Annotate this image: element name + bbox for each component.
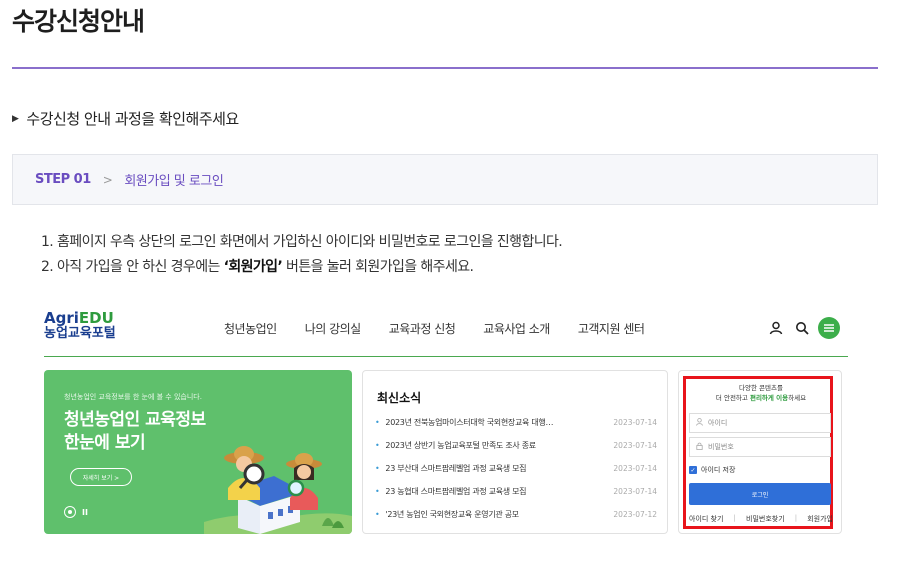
- checkbox-checked-icon: ✓: [689, 466, 697, 474]
- page-title: 수강신청안내: [12, 7, 145, 36]
- news-panel: 최신소식 2023년 전북농업마이스터대학 국외현장교육 대행… 2023-07-…: [362, 370, 668, 534]
- login-message-line-2-post: 하세요: [788, 394, 807, 402]
- banner-more-button[interactable]: 자세히 보기 >: [70, 468, 132, 486]
- login-message-line-2-green: 편리하게 이용: [749, 394, 789, 402]
- signup-emphasis: ‘회원가입’: [223, 259, 283, 275]
- logo-agri: Agri: [44, 309, 79, 327]
- step-number: STEP 01: [35, 172, 91, 187]
- news-item-date: 2023-07-12: [613, 510, 657, 519]
- news-title: 최신소식: [377, 391, 422, 405]
- instructions: 1. 홈페이지 우측 상단의 로그인 화면에서 가입하신 아이디와 비밀번호로 …: [41, 230, 563, 280]
- link-divider: |: [733, 514, 736, 522]
- news-item-title: 2023년 상반기 농업교육포털 만족도 조사 종료: [375, 440, 535, 451]
- portal-screenshot: AgriEDU 농업교육포털 청년농업인 나의 강의실 교육과정 신청 교육사업…: [36, 298, 848, 544]
- news-item[interactable]: 2023년 상반기 농업교육포털 만족도 조사 종료 2023-07-14: [375, 434, 657, 457]
- search-icon[interactable]: [790, 316, 814, 340]
- banner-title-line-1: 청년농업인 교육정보: [64, 410, 206, 430]
- logo-subtitle: 농업교육포털: [44, 326, 116, 341]
- instruction-line-2: 2. 아직 가입을 안 하신 경우에는 ‘회원가입’ 버튼을 눌러 회원가입을 …: [41, 255, 562, 280]
- login-links: 아이디 찾기 | 비밀번호찾기 | 회원가입: [689, 514, 833, 524]
- nav-item-my-classroom[interactable]: 나의 강의실: [305, 320, 362, 337]
- pause-icon[interactable]: II: [82, 508, 88, 517]
- link-divider: |: [794, 514, 798, 522]
- promo-banner: 청년농업인 교육정보를 한 눈에 볼 수 있습니다. 청년농업인 교육정보 한눈…: [44, 370, 352, 534]
- id-placeholder: 아이디: [708, 419, 728, 427]
- lock-icon: [696, 442, 703, 452]
- save-id-checkbox[interactable]: ✓ 아이디 저장: [689, 465, 735, 475]
- instruction-line-2-pre: 2. 아직 가입을 안 하신 경우에는: [41, 259, 224, 275]
- news-item-title: '23년 농업인 국외현장교육 운영기관 공모: [375, 509, 518, 520]
- login-message-line-1: 다양한 콘텐츠를: [739, 384, 783, 392]
- find-id-link[interactable]: 아이디 찾기: [689, 514, 723, 524]
- news-list: 2023년 전북농업마이스터대학 국외현장교육 대행… 2023-07-14 20…: [375, 411, 657, 526]
- nav-item-course-apply[interactable]: 교육과정 신청: [389, 320, 456, 337]
- news-item-date: 2023-07-14: [613, 418, 657, 427]
- login-message-line-2-pre: 더 안전하고: [715, 394, 750, 402]
- farmers-illustration-icon: [204, 446, 352, 534]
- instruction-line-2-post: 버튼을 눌러 회원가입을 해주세요.: [282, 259, 474, 275]
- banner-title: 청년농업인 교육정보 한눈에 보기: [64, 409, 206, 455]
- news-item[interactable]: '23년 농업인 국외현장교육 운영기관 공모 2023-07-12: [375, 503, 657, 526]
- banner-controls: II: [64, 506, 88, 518]
- password-placeholder: 비밀번호: [708, 443, 734, 451]
- news-item-date: 2023-07-14: [613, 487, 657, 496]
- chevron-right-icon: >: [102, 172, 113, 187]
- step-bar: STEP 01 > 회원가입 및 로그인: [12, 154, 878, 205]
- news-item[interactable]: 23 농협대 스마트팜레벨업 과정 교육생 모집 2023-07-14: [375, 480, 657, 503]
- login-button[interactable]: 로그인: [689, 483, 831, 505]
- news-item-title: 23 농협대 스마트팜레벨업 과정 교육생 모집: [375, 486, 526, 497]
- triangle-bullet-icon: ▶: [12, 113, 19, 124]
- nav-item-support-center[interactable]: 고객지원 센터: [578, 320, 645, 337]
- signup-link[interactable]: 회원가입: [807, 514, 833, 524]
- news-item-date: 2023-07-14: [613, 464, 657, 473]
- id-input[interactable]: 아이디: [689, 413, 831, 433]
- nav-item-program-intro[interactable]: 교육사업 소개: [483, 320, 550, 337]
- menu-icon[interactable]: [818, 317, 840, 339]
- banner-title-line-2: 한눈에 보기: [64, 433, 146, 453]
- portal-logo[interactable]: AgriEDU 농업교육포털: [44, 310, 116, 342]
- logo-edu: EDU: [78, 309, 114, 327]
- login-message: 다양한 콘텐츠를 더 안전하고 편리하게 이용하세요: [679, 383, 843, 403]
- login-panel: 다양한 콘텐츠를 더 안전하고 편리하게 이용하세요 아이디 비밀번호 ✓ 아이…: [678, 370, 842, 534]
- password-input[interactable]: 비밀번호: [689, 437, 831, 457]
- nav-item-young-farmer[interactable]: 청년농업인: [224, 320, 277, 337]
- header-icons: [762, 316, 840, 340]
- user-icon[interactable]: [764, 316, 788, 340]
- instruction-line-1: 1. 홈페이지 우측 상단의 로그인 화면에서 가입하신 아이디와 비밀번호로 …: [41, 234, 563, 250]
- news-item-title: 2023년 전북농업마이스터대학 국외현장교육 대행…: [375, 417, 553, 428]
- news-item[interactable]: 2023년 전북농업마이스터대학 국외현장교육 대행… 2023-07-14: [375, 411, 657, 434]
- title-divider: [12, 67, 878, 69]
- news-item[interactable]: 23 부산대 스마트팜레벨업 과정 교육생 모집 2023-07-14: [375, 457, 657, 480]
- find-password-link[interactable]: 비밀번호찾기: [746, 514, 785, 524]
- section-heading-text: 수강신청 안내 과정을 확인해주세요: [26, 110, 239, 128]
- save-id-label: 아이디 저장: [701, 466, 736, 474]
- step-label: 회원가입 및 로그인: [124, 174, 224, 189]
- login-message-line-2: 더 안전하고 편리하게 이용하세요: [679, 393, 843, 403]
- user-outline-icon: [696, 418, 703, 428]
- news-item-title: 23 부산대 스마트팜레벨업 과정 교육생 모집: [375, 463, 526, 474]
- news-item-date: 2023-07-14: [613, 441, 657, 450]
- banner-subtitle: 청년농업인 교육정보를 한 눈에 볼 수 있습니다.: [64, 393, 202, 401]
- section-heading: ▶ 수강신청 안내 과정을 확인해주세요: [12, 108, 239, 129]
- portal-nav: 청년농업인 나의 강의실 교육과정 신청 교육사업 소개 고객지원 센터: [224, 320, 672, 337]
- slide-indicator-icon[interactable]: [64, 506, 76, 518]
- header-divider: [44, 356, 848, 357]
